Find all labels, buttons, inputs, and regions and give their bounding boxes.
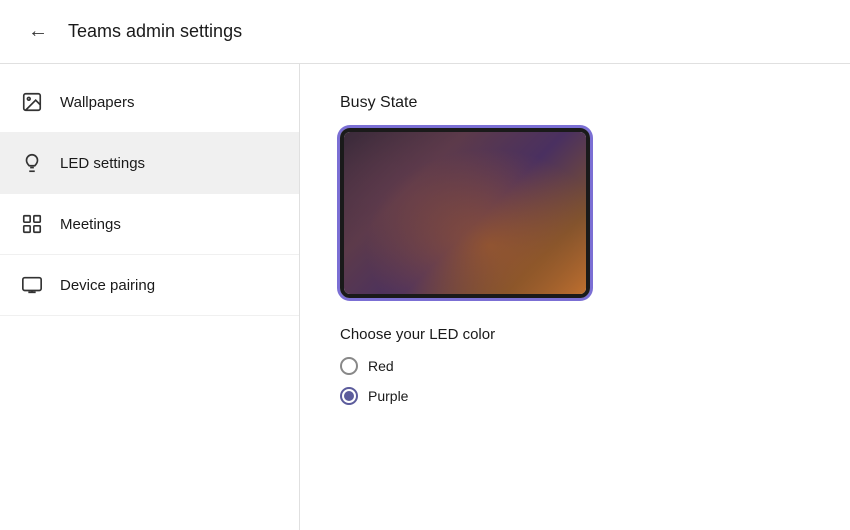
sidebar-label-led-settings: LED settings [60,155,145,172]
sidebar-item-device-pairing[interactable]: Device pairing [0,255,299,316]
tablet-frame [340,128,590,298]
sidebar-label-wallpapers: Wallpapers [60,94,134,111]
back-button[interactable]: ← [20,14,56,50]
radio-label-purple: Purple [368,388,408,404]
sidebar: Wallpapers LED settings M [0,64,300,530]
radio-label-red: Red [368,358,394,374]
image-icon [20,90,44,114]
sidebar-item-meetings[interactable]: Meetings [0,194,299,255]
sidebar-label-device-pairing: Device pairing [60,277,155,294]
back-arrow-icon: ← [28,20,48,43]
radio-option-red[interactable]: Red [340,357,810,375]
page-title: Teams admin settings [68,21,242,42]
sidebar-item-wallpapers[interactable]: Wallpapers [0,72,299,133]
app-layout: Wallpapers LED settings M [0,64,850,530]
header: ← Teams admin settings [0,0,850,64]
radio-red[interactable] [340,357,358,375]
led-color-label: Choose your LED color [340,326,810,343]
bulb-icon [20,151,44,175]
sidebar-label-meetings: Meetings [60,216,121,233]
busy-state-label: Busy State [340,94,810,112]
grid-icon [20,212,44,236]
tablet-preview [340,128,590,298]
led-color-options: Red Purple [340,357,810,405]
radio-option-purple[interactable]: Purple [340,387,810,405]
sidebar-item-led-settings[interactable]: LED settings [0,133,299,194]
tablet-screen [344,132,586,294]
radio-purple[interactable] [340,387,358,405]
main-content: Busy State Choose your LED color Red Pur… [300,64,850,530]
monitor-icon [20,273,44,297]
